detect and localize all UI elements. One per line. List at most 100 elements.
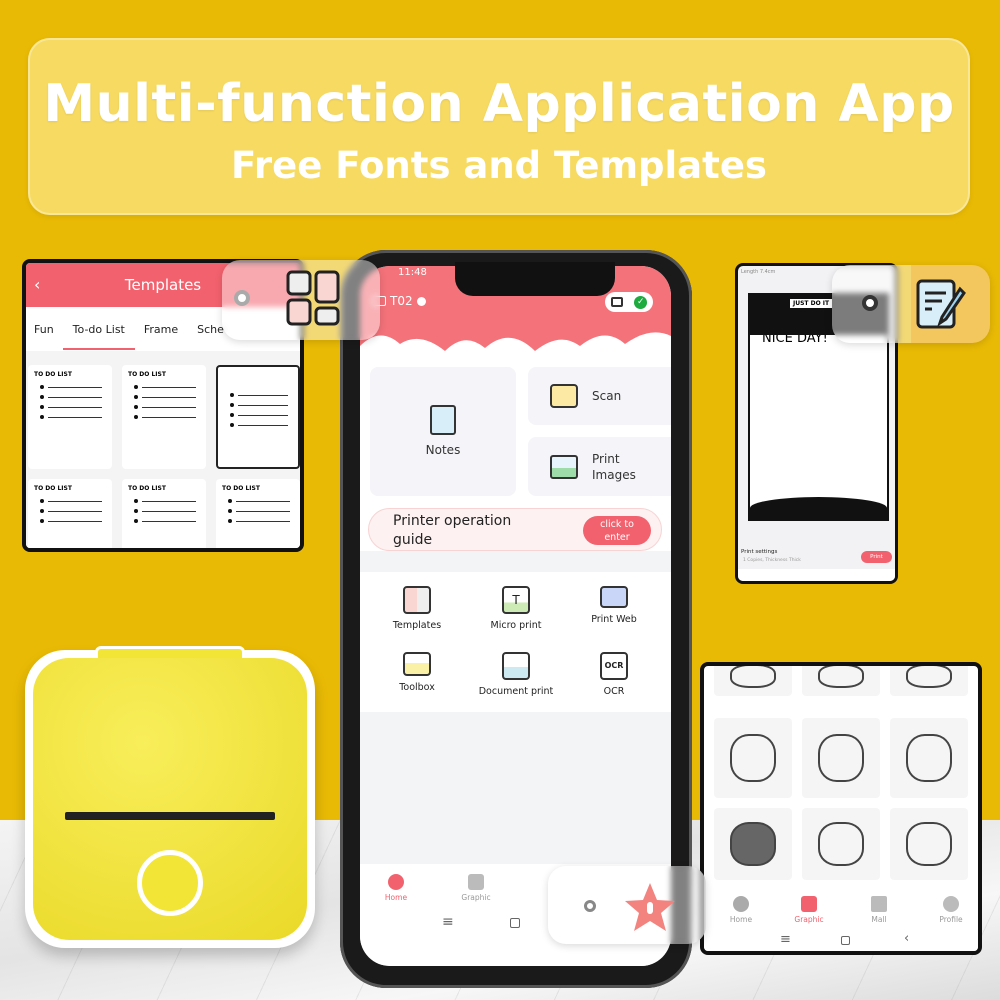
template-card[interactable]: TO DO LIST [122,479,206,548]
template-card[interactable]: TO DO LIST [28,365,112,469]
scan-card[interactable]: Scan [528,367,671,425]
just-do-it-badge: JUST DO IT [790,299,833,308]
templates-feature-badge [222,260,380,340]
paper-slot [65,812,275,820]
feature-ocr[interactable]: OCR OCR [564,652,664,697]
nav-label: Home [384,893,408,902]
scan-label: Scan [592,389,622,403]
clipart-walrus-pair[interactable] [890,718,968,798]
nav-home[interactable]: Home [371,874,421,902]
print-images-label: Print Images [592,451,636,482]
card-title: TO DO LIST [128,485,166,492]
badge-dot-icon [234,290,250,306]
nav-label: Graphic [794,915,824,924]
templates-icon [403,586,431,614]
graphic-feature-badge [548,866,706,944]
feature-templates[interactable]: Templates [367,586,467,631]
star-icon [801,896,817,912]
template-card[interactable]: TO DO LIST [122,365,206,469]
menu-icon[interactable]: ≡ [780,932,791,947]
nav-label: Graphic [461,893,491,902]
card-title: TO DO LIST [222,485,260,492]
power-button[interactable] [137,850,203,916]
banner-subtitle: Free Fonts and Templates [231,144,767,187]
nav-label: Profile [939,915,963,924]
tab-schedule[interactable]: Sche [197,323,224,336]
phone-notch [455,262,615,296]
feature-label: Print Web [591,614,637,625]
template-card[interactable]: TO DO LIST [28,479,112,548]
feature-micro-print[interactable]: T Micro print [466,586,566,631]
back-icon[interactable]: ‹ [904,931,909,946]
feature-grid: Templates T Micro print Print Web Toolbox… [360,572,671,712]
clipart-jellyfish[interactable] [802,666,880,696]
clipart-pufferfish[interactable] [890,808,968,880]
clipart-starfish[interactable] [714,718,792,798]
feature-document-print[interactable]: Document print [466,652,566,697]
home-square-icon[interactable] [841,936,850,945]
star-icon [625,883,675,931]
nav-graphic[interactable]: Graphic [784,896,834,924]
notes-feature-badge [832,265,990,343]
print-images-card[interactable]: Print Images [528,437,671,496]
clipart-shell[interactable] [714,666,792,696]
printer-icon [610,297,623,307]
clipart-walrus[interactable] [802,718,880,798]
bag-icon [871,896,887,912]
click-to-enter-button[interactable]: click to enter [583,516,651,545]
length-label: Length 7.4cm [741,269,776,275]
connected-check-icon: ✓ [634,295,648,309]
device-name: T02 [390,294,413,308]
card-title: TO DO LIST [34,371,72,378]
star-icon [468,874,484,890]
clipart-whale[interactable] [802,808,880,880]
badge-dot-icon [862,295,878,311]
printer-status-pill[interactable]: ✓ [605,292,653,312]
device-selector[interactable]: T02 [372,294,426,308]
nav-profile[interactable]: Profile [926,896,976,924]
tab-frame[interactable]: Frame [144,323,178,336]
print-settings-label[interactable]: Print settings [741,549,777,555]
chevron-down-icon [416,296,426,306]
feature-label: Document print [478,686,554,697]
notes-card[interactable]: Notes [370,367,516,496]
feature-label: OCR [603,686,625,697]
ocr-icon: OCR [600,652,628,680]
operation-guide-banner[interactable]: Printer operation guide click to enter [368,508,662,551]
notes-icon [430,405,456,435]
micro-print-icon: T [502,586,530,614]
nav-home[interactable]: Home [716,896,766,924]
clipart-crab[interactable] [890,666,968,696]
template-card[interactable] [216,365,300,469]
back-icon[interactable]: ‹ [34,263,40,307]
monitor-icon [600,586,628,608]
nav-mall[interactable]: Mall [854,896,904,924]
template-grid: TO DO LIST TO DO LIST TO DO LIST TO DO L… [26,351,300,548]
feature-print-web[interactable]: Print Web [564,586,664,625]
banner-title: Multi-function Application App [43,74,955,134]
toolbox-icon [403,652,431,676]
print-button[interactable]: Print [861,551,892,563]
notes-label: Notes [425,443,461,457]
feature-label: Templates [392,620,442,631]
tab-todo-list[interactable]: To-do List [62,323,136,350]
home-mushroom-icon [733,896,749,912]
notes-edit-icon [916,279,966,329]
print-settings-detail: 1 Copies, Thickness Thick [743,558,801,563]
clipart-shark[interactable] [714,808,792,880]
nav-graphic[interactable]: Graphic [451,874,501,902]
nav-label: Home [729,915,753,924]
nav-label: Mall [871,915,887,924]
scan-camera-icon [550,384,578,408]
template-card[interactable]: TO DO LIST [216,479,300,548]
feature-toolbox[interactable]: Toolbox [367,652,467,693]
graphic-library-screen: Home Graphic Mall Profile ≡ ‹ [700,662,982,955]
image-icon [550,454,578,479]
menu-icon[interactable]: ≡ [442,914,454,930]
tab-fun[interactable]: Fun [34,323,54,336]
feature-label: Micro print [490,620,542,631]
card-title: TO DO LIST [128,371,166,378]
person-icon [943,896,959,912]
home-square-icon[interactable] [510,918,520,928]
mini-thermal-printer [25,646,315,948]
